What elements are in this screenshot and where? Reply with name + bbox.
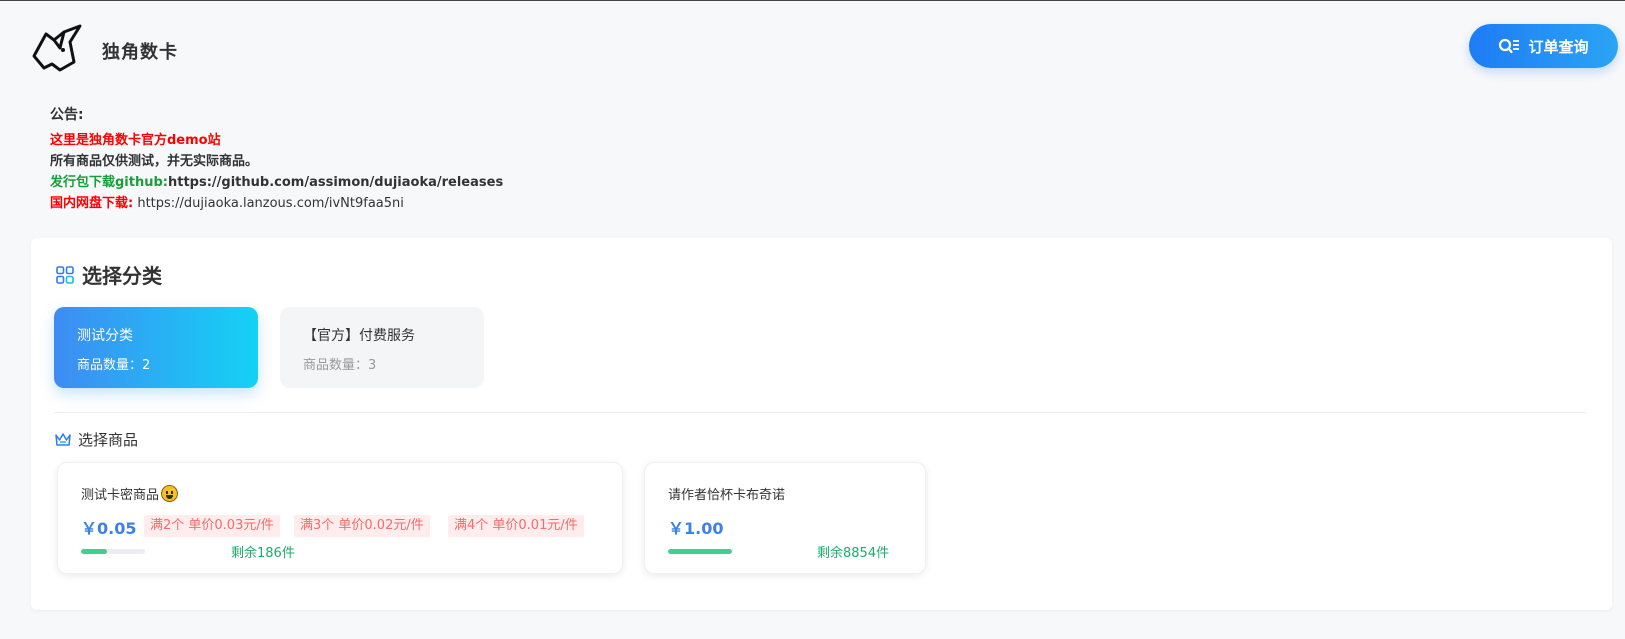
category-section-title: 选择分类 — [56, 260, 162, 289]
stock-progress-fill — [668, 549, 732, 554]
goods-card-cappuccino[interactable]: 请作者恰杯卡布奇诺 ￥1.00 剩余8854件 — [644, 462, 926, 574]
goods-name-text: 测试卡密商品 — [81, 488, 160, 503]
notice-line-netdisk: 国内网盘下载: https://dujiaoka.lanzous.com/ivN… — [50, 193, 503, 214]
goods-stock: 剩余186件 — [231, 546, 295, 561]
notice-line-demo: 这里是独角数卡官方demo站 — [50, 133, 221, 148]
order-query-label: 订单查询 — [1528, 37, 1589, 56]
goods-name-text: 请作者恰杯卡布奇诺 — [668, 488, 786, 503]
goods-name: 请作者恰杯卡布奇诺 — [668, 484, 785, 503]
notice-github-label: 发行包下载github: — [50, 175, 168, 190]
notice-netdisk-label: 国内网盘下载: — [50, 196, 134, 211]
order-query-button[interactable]: 订单查询 — [1469, 24, 1618, 68]
crown-icon — [55, 433, 71, 446]
notice-line-test: 所有商品仅供测试，并无实际商品。 — [50, 154, 259, 169]
main-card: 选择分类 测试分类 商品数量：2 【官方】付费服务 商品数量：3 选择商品 测试… — [31, 238, 1612, 610]
category-title-text: 选择分类 — [82, 264, 162, 288]
goods-price: ￥1.00 — [668, 519, 724, 538]
stock-progress-bar — [668, 549, 732, 554]
stock-progress-fill — [81, 549, 107, 554]
goods-stock: 剩余8854件 — [817, 546, 890, 561]
brand-name[interactable]: 独角数卡 — [102, 38, 178, 64]
goods-name: 测试卡密商品 — [81, 484, 179, 503]
category-count: 商品数量：3 — [303, 358, 377, 373]
category-card-official[interactable]: 【官方】付费服务 商品数量：3 — [280, 307, 484, 388]
divider — [54, 412, 1587, 413]
smiley-emoji-icon — [161, 485, 179, 502]
category-count: 商品数量：2 — [77, 358, 151, 373]
goods-section-title: 选择商品 — [54, 429, 138, 450]
grid-icon — [56, 265, 74, 284]
goods-price: ￥0.05 — [81, 519, 137, 538]
category-name: 测试分类 — [77, 328, 133, 344]
github-release-link[interactable]: https://github.com/assimon/dujiaoka/rele… — [168, 175, 503, 190]
goods-card-test-cardkey[interactable]: 测试卡密商品 ￥0.05 满2个 单价0.03元/件 满3个 单价0.02元/件… — [57, 462, 623, 574]
notice-board: 公告: 这里是独角数卡官方demo站 所有商品仅供测试，并无实际商品。 发行包下… — [50, 105, 503, 214]
category-card-test[interactable]: 测试分类 商品数量：2 — [54, 307, 258, 388]
unicorn-logo-icon[interactable] — [30, 22, 82, 74]
netdisk-link[interactable]: https://dujiaoka.lanzous.com/ivNt9faa5ni — [133, 196, 404, 211]
wholesale-tag: 满4个 单价0.01元/件 — [448, 515, 584, 537]
goods-title-text: 选择商品 — [78, 431, 139, 449]
notice-line-github: 发行包下载github:https://github.com/assimon/d… — [50, 172, 503, 193]
wholesale-tag: 满2个 单价0.03元/件 — [144, 515, 280, 537]
wholesale-tag: 满3个 单价0.02元/件 — [294, 515, 430, 537]
header: 独角数卡 订单查询 — [0, 0, 1625, 90]
category-name: 【官方】付费服务 — [303, 328, 415, 344]
search-list-icon — [1499, 38, 1520, 54]
stock-progress-bar — [81, 549, 145, 554]
notice-title: 公告: — [50, 107, 84, 123]
